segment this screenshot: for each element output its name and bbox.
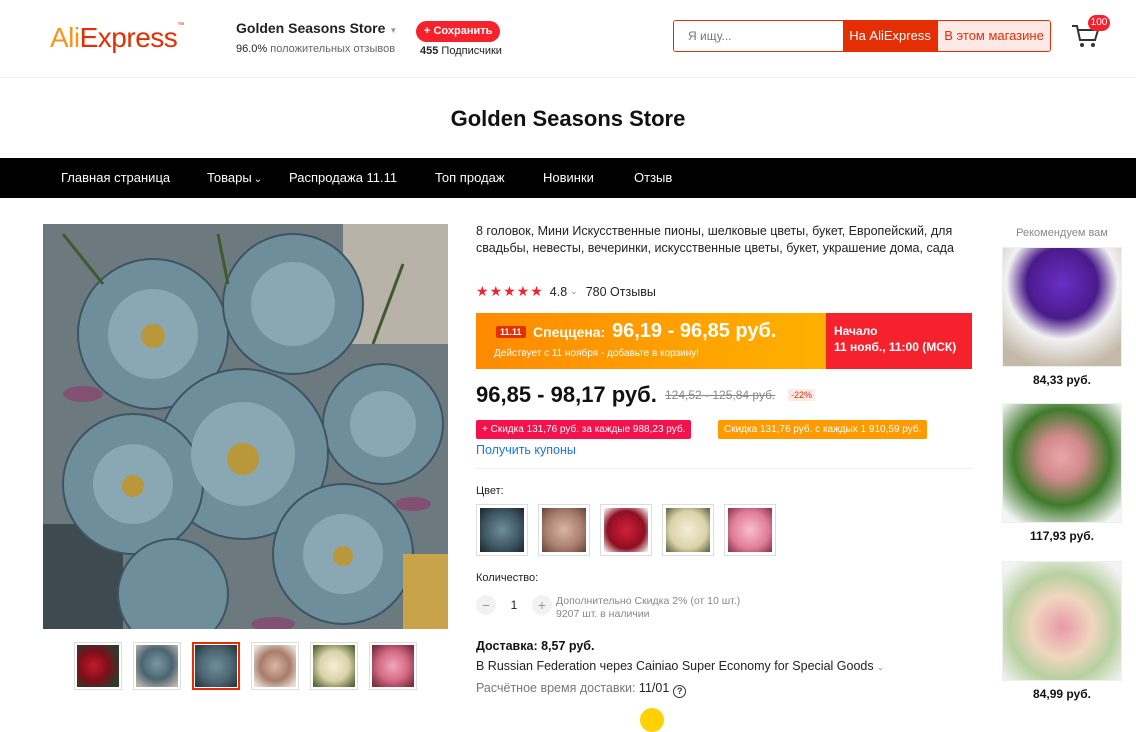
stock-count: 9207 шт. в наличии [556, 608, 650, 620]
recommended-item-image [1002, 403, 1122, 523]
shipping-method-text: В Russian Federation через Cainiao Super… [476, 659, 874, 673]
coupon-store[interactable]: + Скидка 131,76 руб. за каждые 988,23 ру… [476, 420, 692, 439]
logo-part-express: Express [79, 22, 178, 53]
promo-price-block: 11.11 Спеццена: 96,19 - 96,85 руб. Дейст… [476, 313, 826, 369]
quantity-stepper: − 1 + [476, 595, 552, 615]
promo-start-block: Начало 11 нояб., 11:00 (МСК) [826, 313, 972, 369]
recommended-item-image [1002, 561, 1122, 681]
chevron-down-icon: ⌄ [876, 662, 885, 672]
shipping-price: Доставка: 8,57 руб. [476, 639, 595, 653]
quantity-discount: Дополнительно Скидка 2% (от 10 шт.) [556, 595, 741, 607]
positive-pct: 96.0% [236, 43, 268, 55]
product-title: 8 головок, Мини Искусственные пионы, шел… [476, 224, 954, 255]
logo-part-ali: Ali [50, 22, 80, 53]
thumbnail-selected[interactable] [192, 642, 240, 690]
promo-label: Спеццена: [533, 324, 606, 340]
recommend-title: Рекомендуем вам [1016, 227, 1108, 239]
old-price: 124,52 - 125,84 руб. [665, 388, 776, 402]
nav-products[interactable]: Товары ⌄ [207, 158, 262, 198]
delivery-date: 11/01 [638, 681, 670, 695]
positive-feedback: 96.0% положительных отзывов [236, 43, 397, 55]
product-main-image[interactable] [43, 224, 448, 629]
recommended-item-image [1002, 247, 1122, 367]
subscribers-label: Подписчики [441, 45, 502, 57]
store-name-text: Golden Seasons Store [236, 20, 386, 36]
save-store-button[interactable]: + Сохранить [416, 21, 501, 42]
chevron-down-icon[interactable]: ▼ [389, 26, 397, 35]
quantity-info: Дополнительно Скидка 2% (от 10 шт.) 9207… [556, 595, 740, 621]
aliexpress-logo[interactable]: AliExpress™ [50, 22, 184, 54]
top-header: AliExpress™ Golden Seasons Store ▼ 96.0% … [0, 0, 1136, 78]
recommended-item-price: 84,33 руб. [1033, 373, 1091, 387]
help-icon[interactable]: ? [673, 685, 687, 698]
decrease-button[interactable]: − [476, 595, 496, 615]
recommended-item[interactable]: 84,33 руб. [1002, 247, 1122, 387]
star-rating-icon: ★★★★★ [476, 283, 544, 299]
promo-tag: 11.11 [496, 326, 526, 338]
coupon-select[interactable]: Скидка 131,76 руб. с каждых 1 910,59 руб… [718, 420, 928, 439]
nav-home[interactable]: Главная страница [61, 158, 170, 198]
delivery-label: Расчётное время доставки: [476, 681, 636, 695]
cart-count-badge: 100 [1088, 15, 1110, 31]
thumbnail[interactable] [133, 642, 181, 690]
recommended-item-price: 84,99 руб. [1033, 687, 1091, 701]
positive-label: положительных отзывов [270, 43, 396, 55]
divider [476, 468, 972, 469]
color-swatch[interactable] [724, 504, 776, 556]
thumbnail[interactable] [74, 642, 122, 690]
search-aliexpress-button[interactable]: На AliExpress [843, 21, 938, 51]
get-coupons-link[interactable]: Получить купоны [476, 443, 576, 457]
color-swatch[interactable] [662, 504, 714, 556]
promo-subtitle: Действует с 11 ноября - добавьте в корзи… [494, 348, 700, 359]
rating-row: ★★★★★ 4.8 ⌄ 780 Отзывы [476, 283, 656, 300]
reviews-count[interactable]: 780 Отзывы [586, 285, 656, 299]
nav-top-sales[interactable]: Топ продаж [435, 158, 505, 198]
chevron-down-icon[interactable]: ⌄ [570, 286, 578, 297]
search-store-button[interactable]: В этом магазине [937, 21, 1050, 51]
promo-start-label: Начало [834, 324, 878, 338]
recommended-item[interactable]: 117,93 руб. [1002, 403, 1122, 543]
color-swatch[interactable] [476, 504, 528, 556]
promo-banner: 11.11 Спеццена: 96,19 - 96,85 руб. Дейст… [476, 313, 972, 369]
product-thumbnails [74, 642, 417, 690]
search-input[interactable] [674, 21, 843, 51]
promo-start-time: 11 нояб., 11:00 (МСК) [834, 340, 957, 354]
color-swatch[interactable] [600, 504, 652, 556]
recommended-item[interactable]: 84,99 руб. [1002, 561, 1122, 701]
nav-reviews[interactable]: Отзыв [634, 158, 672, 198]
recommended-item-price: 117,93 руб. [1030, 529, 1094, 543]
subscribers-count: 455 [420, 45, 439, 57]
increase-button[interactable]: + [532, 595, 552, 615]
thumbnail[interactable] [310, 642, 358, 690]
store-banner-title: Golden Seasons Store [450, 106, 686, 131]
promo-price: 96,19 - 96,85 руб. [612, 320, 777, 342]
chevron-down-icon: ⌄ [253, 174, 263, 185]
discount-badge: -22% [788, 389, 816, 401]
store-nav: Главная страница Товары ⌄ Распродажа 11.1… [0, 158, 1136, 198]
store-banner: Golden Seasons Store [0, 78, 1136, 158]
rating-value[interactable]: 4.8 [550, 285, 567, 299]
quantity-value[interactable]: 1 [504, 598, 524, 612]
color-options [476, 504, 776, 556]
store-info: Golden Seasons Store ▼ 96.0% положительны… [236, 20, 397, 55]
color-swatch[interactable] [538, 504, 590, 556]
nav-new[interactable]: Новинки [543, 158, 594, 198]
peony-bouquet-image [43, 224, 448, 629]
current-price: 96,85 - 98,17 руб. [476, 382, 657, 407]
nav-products-label: Товары [207, 170, 252, 185]
nav-sale[interactable]: Распродажа 11.11 [289, 158, 397, 198]
thumbnail[interactable] [251, 642, 299, 690]
color-label: Цвет: [476, 485, 504, 497]
store-name[interactable]: Golden Seasons Store ▼ [236, 20, 397, 36]
thumbnail[interactable] [369, 642, 417, 690]
shipping-method[interactable]: В Russian Federation через Cainiao Super… [476, 659, 884, 673]
delivery-estimate: Расчётное время доставки: 11/01? [476, 681, 687, 698]
quantity-label: Количество: [476, 572, 539, 584]
search-bar: На AliExpress В этом магазине [673, 20, 1051, 52]
coin-icon[interactable] [640, 708, 664, 732]
subscribers: 455 Подписчики [420, 45, 502, 57]
